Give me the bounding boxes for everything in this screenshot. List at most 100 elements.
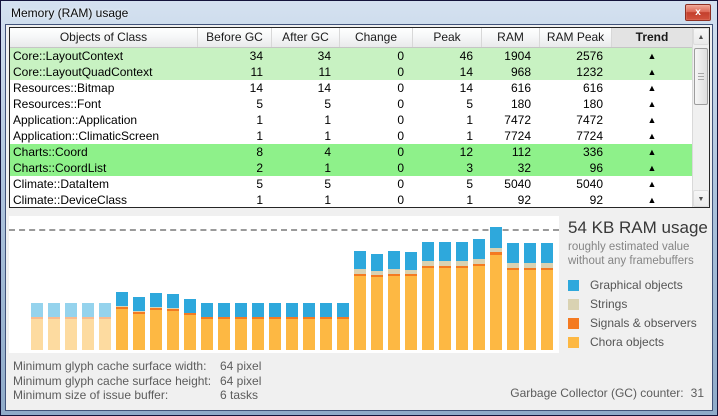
trend-up-icon: ▲: [612, 112, 692, 128]
column-header-objects-of-class[interactable]: Objects of Class: [10, 28, 198, 47]
stacked-bar: [303, 303, 315, 350]
column-header-peak[interactable]: Peak: [413, 28, 482, 47]
chart-legend: Graphical objectsStringsSignals & observ…: [568, 280, 711, 348]
segment-graphical-objects: [133, 297, 145, 311]
column-header-trend[interactable]: Trend: [612, 28, 692, 47]
segment-graphical-objects: [320, 303, 332, 317]
table-row[interactable]: Charts::Coord84012112336▲: [10, 144, 692, 160]
table-row[interactable]: Resources::Font5505180180▲: [10, 96, 692, 112]
cell-after_gc: 1: [272, 192, 340, 207]
table-row[interactable]: Core::LayoutQuadContext11110149681232▲: [10, 64, 692, 80]
cell-before_gc: 14: [198, 80, 272, 96]
segment-chora-objects: [252, 319, 264, 350]
vertical-scrollbar[interactable]: ▲ ▼: [692, 28, 709, 207]
segment-chora-objects: [490, 255, 502, 350]
cell-change: 0: [340, 48, 413, 64]
scrollbar-grip: [698, 73, 704, 80]
segment-graphical-objects: [286, 303, 298, 317]
stacked-bar: [422, 242, 434, 350]
gc-counter-value: 31: [691, 386, 704, 400]
column-header-before-gc[interactable]: Before GC: [198, 28, 272, 47]
segment-chora-objects: [218, 319, 230, 350]
segment-graphical-objects: [48, 303, 60, 317]
table-row[interactable]: Application::Application110174727472▲: [10, 112, 692, 128]
legend-label: Chora objects: [590, 335, 664, 349]
stacked-bar: [82, 303, 94, 350]
segment-chora-objects: [405, 276, 417, 350]
cell-before_gc: 1: [198, 128, 272, 144]
status-line: Minimum glyph cache surface width:64 pix…: [13, 359, 261, 374]
segment-graphical-objects: [337, 303, 349, 317]
segment-graphical-objects: [167, 294, 179, 308]
status-value: 6 tasks: [220, 388, 258, 403]
cell-peak: 12: [413, 144, 482, 160]
legend-label: Strings: [590, 297, 627, 311]
segment-chora-objects: [422, 268, 434, 350]
stacked-bar: [31, 303, 43, 350]
memory-ram-usage-window: Memory (RAM) usage x Objects of ClassBef…: [0, 0, 718, 416]
cell-ram_peak: 1232: [540, 64, 612, 80]
threshold-dashed-line: [9, 229, 559, 231]
cell-class-name: Charts::CoordList: [10, 160, 198, 176]
column-header-after-gc[interactable]: After GC: [272, 28, 340, 47]
cell-class-name: Application::ClimaticScreen: [10, 128, 198, 144]
cell-before_gc: 1: [198, 192, 272, 207]
close-button[interactable]: x: [685, 4, 711, 21]
cell-change: 0: [340, 192, 413, 207]
status-label: Minimum glyph cache surface height:: [13, 374, 220, 389]
segment-graphical-objects: [371, 254, 383, 271]
cell-before_gc: 11: [198, 64, 272, 80]
segment-chora-objects: [439, 268, 451, 350]
segment-graphical-objects: [524, 243, 536, 263]
cell-after_gc: 11: [272, 64, 340, 80]
stacked-bar: [354, 251, 366, 350]
cell-ram: 5040: [482, 176, 540, 192]
cell-class-name: Resources::Bitmap: [10, 80, 198, 96]
legend-item: Signals & observers: [568, 318, 711, 329]
segment-graphical-objects: [507, 243, 519, 263]
scrollbar-up-icon[interactable]: ▲: [693, 28, 709, 45]
cell-ram: 112: [482, 144, 540, 160]
cell-peak: 5: [413, 96, 482, 112]
stacked-bar: [150, 293, 162, 350]
stacked-bar: [388, 251, 400, 350]
cell-before_gc: 8: [198, 144, 272, 160]
segment-chora-objects: [99, 319, 111, 350]
segment-chora-objects: [48, 319, 60, 350]
cell-peak: 46: [413, 48, 482, 64]
column-header-ram-peak[interactable]: RAM Peak: [540, 28, 612, 47]
segment-chora-objects: [507, 270, 519, 350]
cell-after_gc: 1: [272, 128, 340, 144]
segment-chora-objects: [31, 319, 43, 350]
column-header-ram[interactable]: RAM: [482, 28, 540, 47]
cell-change: 0: [340, 80, 413, 96]
segment-graphical-objects: [201, 303, 213, 317]
window-title: Memory (RAM) usage: [11, 6, 128, 20]
segment-graphical-objects: [269, 303, 281, 317]
cell-ram_peak: 96: [540, 160, 612, 176]
title-bar[interactable]: Memory (RAM) usage x: [1, 1, 717, 24]
table-row[interactable]: Resources::Bitmap1414014616616▲: [10, 80, 692, 96]
segment-chora-objects: [286, 319, 298, 350]
status-info: Minimum glyph cache surface width:64 pix…: [13, 359, 261, 403]
stacked-bar: [490, 227, 502, 350]
table-row[interactable]: Application::ClimaticScreen110177247724▲: [10, 128, 692, 144]
cell-after_gc: 5: [272, 96, 340, 112]
cell-ram: 7724: [482, 128, 540, 144]
table-row[interactable]: Climate::DataItem550550405040▲: [10, 176, 692, 192]
stacked-bar: [184, 299, 196, 350]
segment-graphical-objects: [473, 239, 485, 259]
column-header-change[interactable]: Change: [340, 28, 413, 47]
cell-peak: 3: [413, 160, 482, 176]
scrollbar-thumb[interactable]: [694, 48, 708, 105]
segment-graphical-objects: [354, 251, 366, 269]
stacked-bar: [286, 303, 298, 350]
scrollbar-down-icon[interactable]: ▼: [693, 190, 709, 207]
cell-class-name: Climate::DeviceClass: [10, 192, 198, 207]
table-row[interactable]: Charts::CoordList21033296▲: [10, 160, 692, 176]
table-row[interactable]: Climate::DeviceClass11019292▲: [10, 192, 692, 207]
stacked-bar: [201, 303, 213, 350]
table-row[interactable]: Core::LayoutContext343404619042576▲: [10, 48, 692, 64]
segment-chora-objects: [354, 276, 366, 350]
stacked-bar: [320, 303, 332, 350]
